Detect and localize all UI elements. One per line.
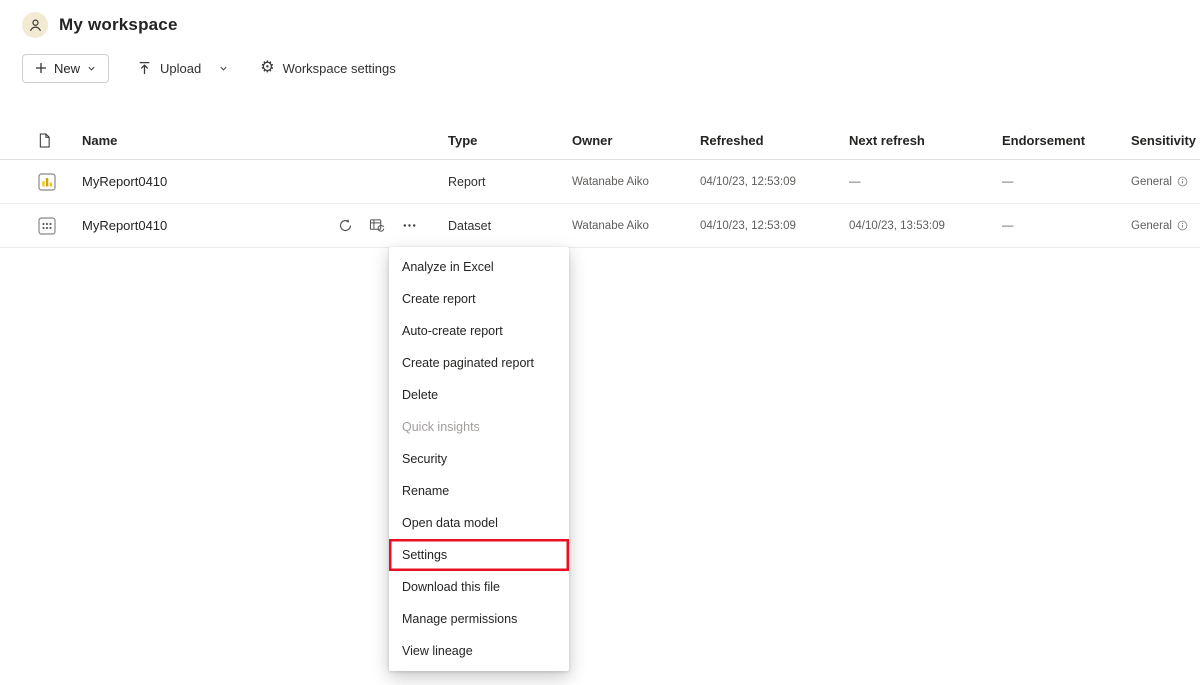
plus-icon: [35, 62, 47, 74]
menu-item-open-data-model[interactable]: Open data model: [389, 507, 569, 539]
item-refreshed: 04/10/23, 12:53:09: [700, 220, 849, 232]
table-header-row: Name Type Owner Refreshed Next refresh E…: [0, 122, 1200, 160]
dataset-context-menu: Analyze in Excel Create report Auto-crea…: [389, 247, 569, 671]
info-icon[interactable]: [1177, 176, 1188, 187]
schedule-refresh-button[interactable]: [366, 215, 388, 237]
workspace-avatar[interactable]: [22, 12, 48, 38]
column-header-name[interactable]: Name: [82, 133, 448, 148]
report-icon: [38, 173, 82, 191]
chevron-down-icon: [87, 64, 96, 73]
menu-item-create-report[interactable]: Create report: [389, 283, 569, 315]
item-name-link[interactable]: MyReport0410: [82, 218, 167, 233]
menu-item-security[interactable]: Security: [389, 443, 569, 475]
workspace-header: My workspace: [0, 0, 1200, 48]
upload-icon: [137, 61, 152, 76]
menu-item-settings[interactable]: Settings: [389, 539, 569, 571]
row-actions: [334, 215, 448, 237]
column-header-next-refresh[interactable]: Next refresh: [849, 133, 1002, 148]
item-type: Report: [448, 175, 572, 189]
items-table: Name Type Owner Refreshed Next refresh E…: [0, 122, 1200, 248]
workspace-settings-label: Workspace settings: [283, 61, 396, 76]
table-row[interactable]: MyReport0410 Report Watanabe Aiko 04/10/…: [0, 160, 1200, 204]
item-next-refresh: 04/10/23, 13:53:09: [849, 220, 1002, 232]
file-type-column-icon: [38, 133, 82, 148]
workspace-settings-button[interactable]: ⚙ Workspace settings: [260, 60, 396, 76]
menu-item-auto-create-report[interactable]: Auto-create report: [389, 315, 569, 347]
column-header-endorsement[interactable]: Endorsement: [1002, 133, 1131, 148]
refresh-now-button[interactable]: [334, 215, 356, 237]
menu-item-download-this-file[interactable]: Download this file: [389, 571, 569, 603]
dataset-icon: [38, 217, 82, 235]
table-row[interactable]: MyReport0410: [0, 204, 1200, 248]
item-refreshed: 04/10/23, 12:53:09: [700, 176, 849, 188]
gear-icon: ⚙: [260, 60, 274, 76]
menu-item-delete[interactable]: Delete: [389, 379, 569, 411]
menu-item-view-lineage[interactable]: View lineage: [389, 635, 569, 667]
toolbar: New Upload ⚙ Workspace settings: [0, 48, 1200, 88]
new-button-label: New: [54, 61, 80, 76]
person-icon: [28, 18, 43, 33]
menu-item-analyze-in-excel[interactable]: Analyze in Excel: [389, 251, 569, 283]
item-endorsement: —: [1002, 220, 1131, 232]
column-header-type[interactable]: Type: [448, 133, 572, 148]
menu-item-create-paginated-report[interactable]: Create paginated report: [389, 347, 569, 379]
item-sensitivity: General: [1131, 220, 1172, 232]
item-name-link[interactable]: MyReport0410: [82, 174, 167, 189]
item-next-refresh: —: [849, 176, 1002, 188]
chevron-down-icon: [219, 64, 228, 73]
menu-item-manage-permissions[interactable]: Manage permissions: [389, 603, 569, 635]
column-header-sensitivity[interactable]: Sensitivity: [1131, 133, 1196, 148]
menu-item-rename[interactable]: Rename: [389, 475, 569, 507]
more-options-button[interactable]: [398, 215, 420, 237]
item-owner: Watanabe Aiko: [572, 220, 700, 232]
item-sensitivity: General: [1131, 176, 1172, 188]
new-button[interactable]: New: [22, 54, 109, 83]
item-type: Dataset: [448, 219, 572, 233]
menu-item-quick-insights: Quick insights: [389, 411, 569, 443]
column-header-refreshed[interactable]: Refreshed: [700, 133, 849, 148]
item-endorsement: —: [1002, 176, 1131, 188]
upload-button-label: Upload: [160, 61, 201, 76]
upload-button[interactable]: Upload: [137, 61, 228, 76]
column-header-owner[interactable]: Owner: [572, 133, 700, 148]
item-owner: Watanabe Aiko: [572, 176, 700, 188]
page-title: My workspace: [59, 15, 178, 35]
info-icon[interactable]: [1177, 220, 1188, 231]
